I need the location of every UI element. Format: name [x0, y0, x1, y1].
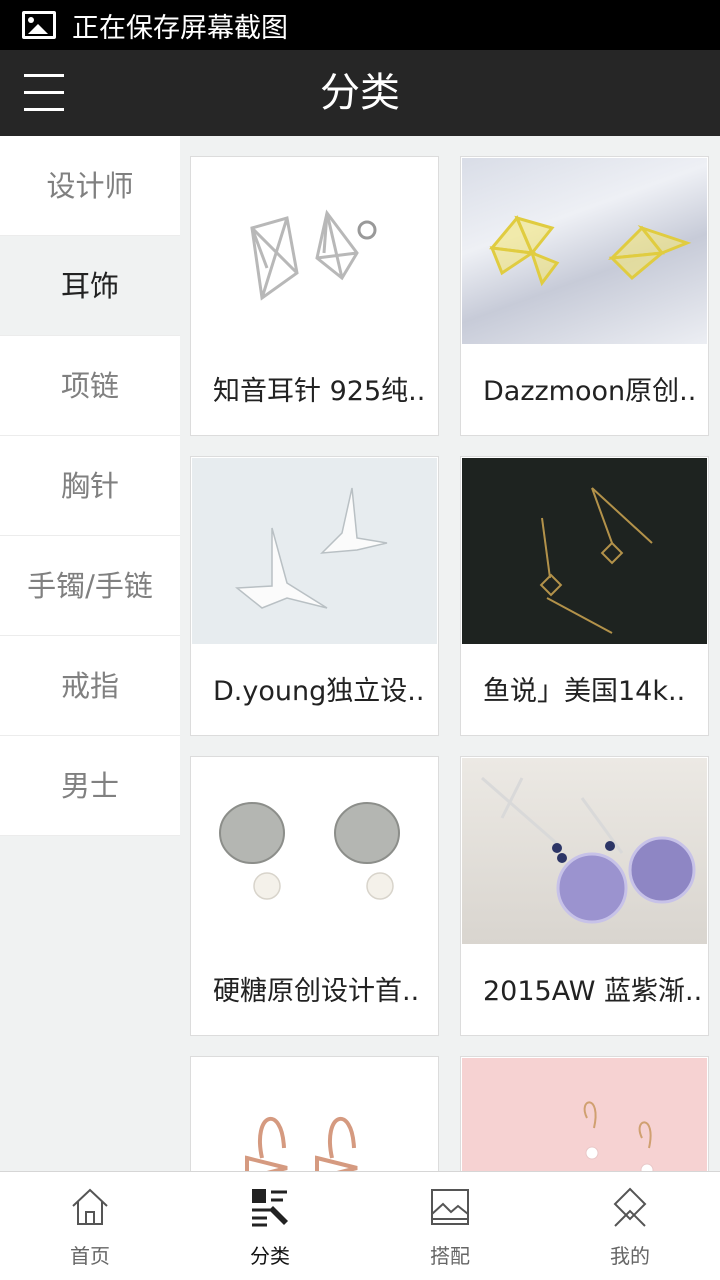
product-name: 鱼说」美国14k..: [483, 676, 686, 707]
nav-tab-match[interactable]: 搭配: [360, 1172, 540, 1280]
page-title: 分类: [320, 70, 400, 116]
app-header: 分类: [0, 50, 720, 136]
screenshot-icon: [22, 11, 56, 39]
product-grid: 知音耳针 925纯.. Dazzmoon原创.. D.young独立设.. 鱼说…: [190, 156, 710, 1171]
product-image: [192, 758, 437, 944]
picture-icon: [431, 1189, 469, 1225]
category-item-earrings[interactable]: 耳饰: [0, 236, 180, 336]
nav-tab-home[interactable]: 首页: [0, 1172, 180, 1280]
nav-label: 首页: [70, 1244, 110, 1268]
product-image: [462, 158, 707, 344]
category-item-designer[interactable]: 设计师: [0, 136, 180, 236]
nav-label: 分类: [250, 1244, 290, 1268]
category-item-necklace[interactable]: 项链: [0, 336, 180, 436]
product-card[interactable]: D.young独立设..: [190, 456, 439, 736]
nav-tab-profile[interactable]: 我的: [540, 1172, 720, 1280]
status-bar: 正在保存屏幕截图: [0, 0, 720, 50]
category-item-ring[interactable]: 戒指: [0, 636, 180, 736]
product-card[interactable]: [460, 1056, 709, 1171]
product-name: D.young独立设..: [213, 676, 425, 707]
product-name: 硬糖原创设计首..: [213, 976, 420, 1007]
category-item-bracelet[interactable]: 手镯/手链: [0, 536, 180, 636]
product-card[interactable]: 2015AW 蓝紫渐..: [460, 756, 709, 1036]
product-card[interactable]: 鱼说」美国14k..: [460, 456, 709, 736]
category-sidebar: 设计师 耳饰 项链 胸针 手镯/手链 戒指 男士: [0, 136, 180, 1171]
category-item-brooch[interactable]: 胸针: [0, 436, 180, 536]
product-card[interactable]: [190, 1056, 439, 1171]
sidebar-filler: [0, 836, 180, 1171]
home-icon: [72, 1188, 108, 1225]
status-text: 正在保存屏幕截图: [72, 12, 288, 44]
product-name: 知音耳针 925纯..: [213, 376, 426, 407]
product-image: [462, 1058, 707, 1171]
category-icon: [252, 1189, 288, 1227]
product-image: [192, 158, 437, 344]
profile-icon: [613, 1187, 647, 1227]
bottom-nav: 首页 分类 搭配 我的: [0, 1171, 720, 1280]
category-item-men[interactable]: 男士: [0, 736, 180, 836]
product-image: [462, 458, 707, 644]
nav-tab-category[interactable]: 分类: [180, 1172, 360, 1280]
nav-label: 我的: [610, 1244, 650, 1268]
product-card[interactable]: Dazzmoon原创..: [460, 156, 709, 436]
product-name: 2015AW 蓝紫渐..: [483, 976, 700, 1007]
product-name: Dazzmoon原创..: [483, 376, 697, 407]
nav-label: 搭配: [430, 1244, 470, 1268]
product-card[interactable]: 知音耳针 925纯..: [190, 156, 439, 436]
product-image: [192, 458, 437, 644]
product-image: [192, 1058, 437, 1171]
product-image: [462, 758, 707, 944]
product-card[interactable]: 硬糖原创设计首..: [190, 756, 439, 1036]
